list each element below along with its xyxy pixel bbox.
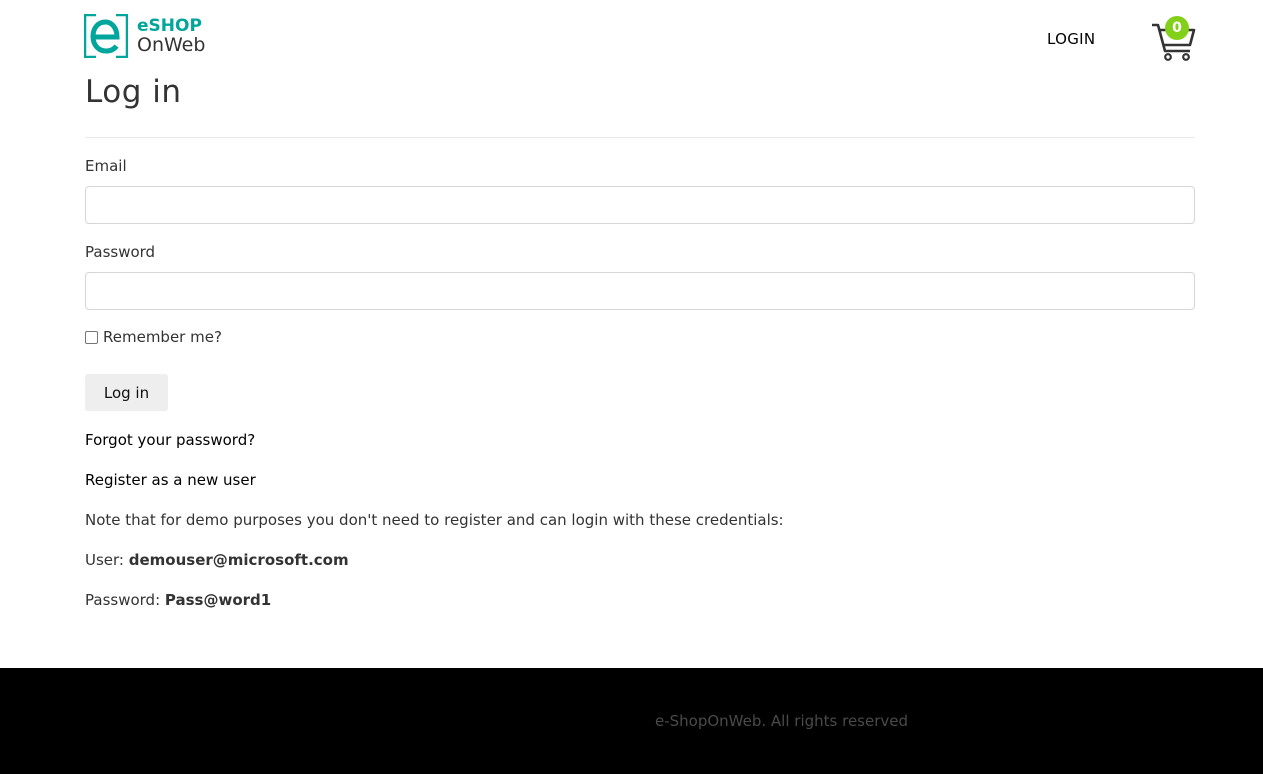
logo-text-onweb: OnWeb <box>137 34 206 56</box>
remember-me-checkbox[interactable] <box>85 331 98 344</box>
login-link[interactable]: LOGIN <box>1047 30 1095 48</box>
remember-me-label[interactable]: Remember me? <box>103 328 222 346</box>
logo-e-icon <box>84 14 128 58</box>
demo-password-value: Pass@word1 <box>164 591 272 609</box>
title-divider <box>85 137 1195 138</box>
logo-text-eshop: eSHOP <box>137 16 202 36</box>
password-field[interactable] <box>85 272 1195 310</box>
password-label: Password <box>85 243 156 261</box>
register-link[interactable]: Register as a new user <box>85 471 256 489</box>
email-label: Email <box>85 157 127 175</box>
demo-password-line: Password: Pass@word1 <box>85 591 271 609</box>
footer-copyright: e-ShopOnWeb. All rights reserved <box>655 712 909 730</box>
site-logo[interactable]: eSHOP OnWeb <box>84 14 214 60</box>
demo-note: Note that for demo purposes you don't ne… <box>85 511 784 529</box>
cart-count-badge: 0 <box>1165 16 1189 40</box>
forgot-password-link[interactable]: Forgot your password? <box>85 431 255 449</box>
demo-user-value: demouser@microsoft.com <box>128 551 349 569</box>
page-title: Log in <box>85 74 182 110</box>
site-header: eSHOP OnWeb LOGIN 0 <box>0 0 1263 75</box>
demo-password-prefix: Password: <box>85 591 165 609</box>
email-field[interactable] <box>85 186 1195 224</box>
demo-user-line: User: demouser@microsoft.com <box>85 551 349 569</box>
site-footer: e-ShopOnWeb. All rights reserved <box>0 668 1263 774</box>
log-in-button[interactable]: Log in <box>85 374 168 411</box>
demo-user-prefix: User: <box>85 551 129 569</box>
